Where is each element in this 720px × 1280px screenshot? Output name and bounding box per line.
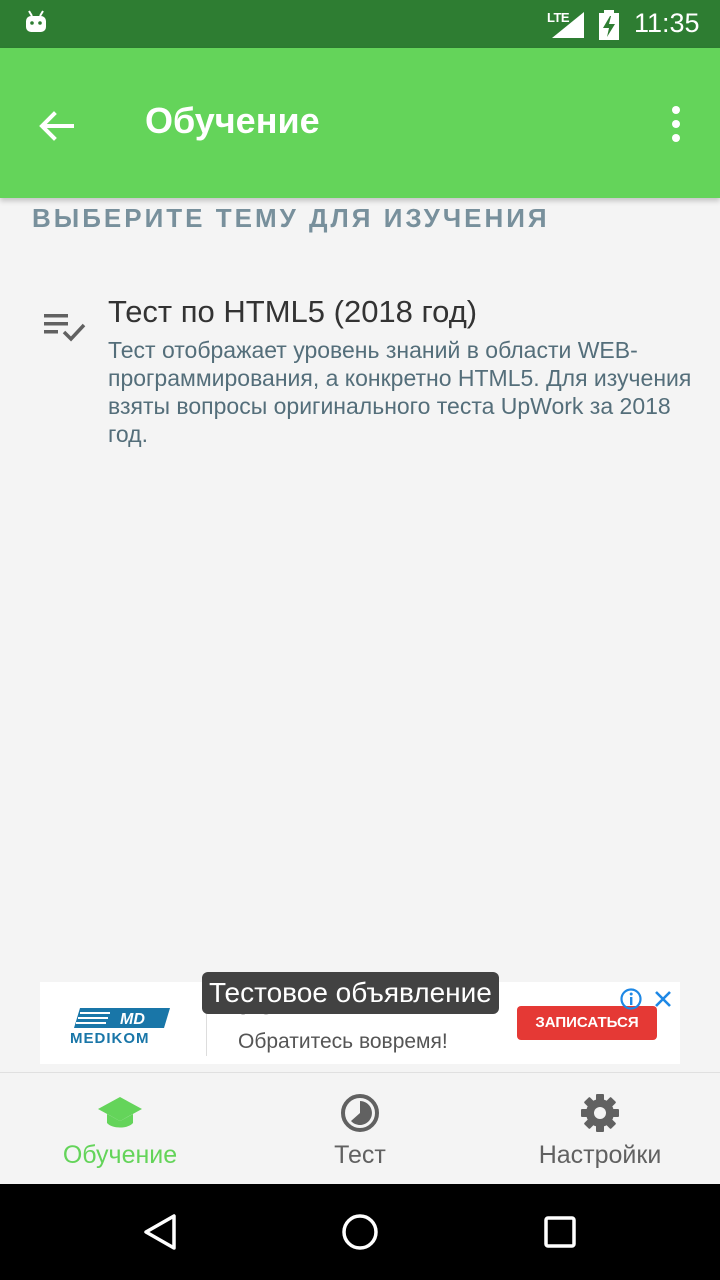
page-title: Обучение xyxy=(145,100,320,141)
section-header: ВЫБЕРИТЕ ТЕМУ ДЛЯ ИЗУЧЕНИЯ xyxy=(32,203,550,233)
home-circle-icon[interactable] xyxy=(340,1212,380,1252)
nav-label: Настройки xyxy=(538,1141,662,1169)
test-ad-label: Тестовое объявление xyxy=(202,972,499,1014)
status-bar: LTE 11:35 xyxy=(0,0,720,48)
school-icon xyxy=(98,1097,142,1128)
app-bar: Обучение xyxy=(0,48,720,198)
android-notification-icon xyxy=(26,10,46,32)
back-triangle-icon[interactable] xyxy=(140,1212,180,1252)
back-arrow-icon[interactable] xyxy=(36,106,76,146)
topic-list-item[interactable]: Тест по HTML5 (2018 год) Тест отображает… xyxy=(0,280,720,460)
recents-square-icon[interactable] xyxy=(540,1212,580,1252)
topic-description: Тест отображает уровень знаний в области… xyxy=(108,337,692,447)
nav-item-test[interactable]: Тест xyxy=(240,1073,480,1185)
nav-item-learning[interactable]: Обучение xyxy=(0,1073,240,1185)
ad-subtitle: Обратитесь вовремя! xyxy=(238,1030,448,1053)
clock: 11:35 xyxy=(634,8,700,38)
bottom-navigation: Обучение Тест Настройки xyxy=(0,1072,720,1185)
ad-close-icon[interactable] xyxy=(652,988,674,1010)
more-options-icon[interactable] xyxy=(664,104,688,144)
ad-logo-text: MEDIKOM xyxy=(70,1030,150,1047)
ad-info-icon[interactable] xyxy=(620,988,642,1010)
signal-icon xyxy=(552,12,584,38)
topic-title: Тест по HTML5 (2018 год) xyxy=(108,294,478,329)
svg-text:MD: MD xyxy=(120,1011,145,1028)
battery-charging-icon xyxy=(599,10,619,40)
timer-icon xyxy=(341,1094,379,1132)
gear-icon xyxy=(581,1094,619,1132)
playlist-check-icon xyxy=(44,314,86,342)
nav-label: Тест xyxy=(334,1141,386,1169)
nav-label: Обучение xyxy=(62,1141,178,1169)
system-navigation-bar xyxy=(0,1184,720,1280)
ad-cta-button[interactable]: ЗАПИСАТЬСЯ xyxy=(517,1006,657,1040)
nav-item-settings[interactable]: Настройки xyxy=(480,1073,720,1185)
